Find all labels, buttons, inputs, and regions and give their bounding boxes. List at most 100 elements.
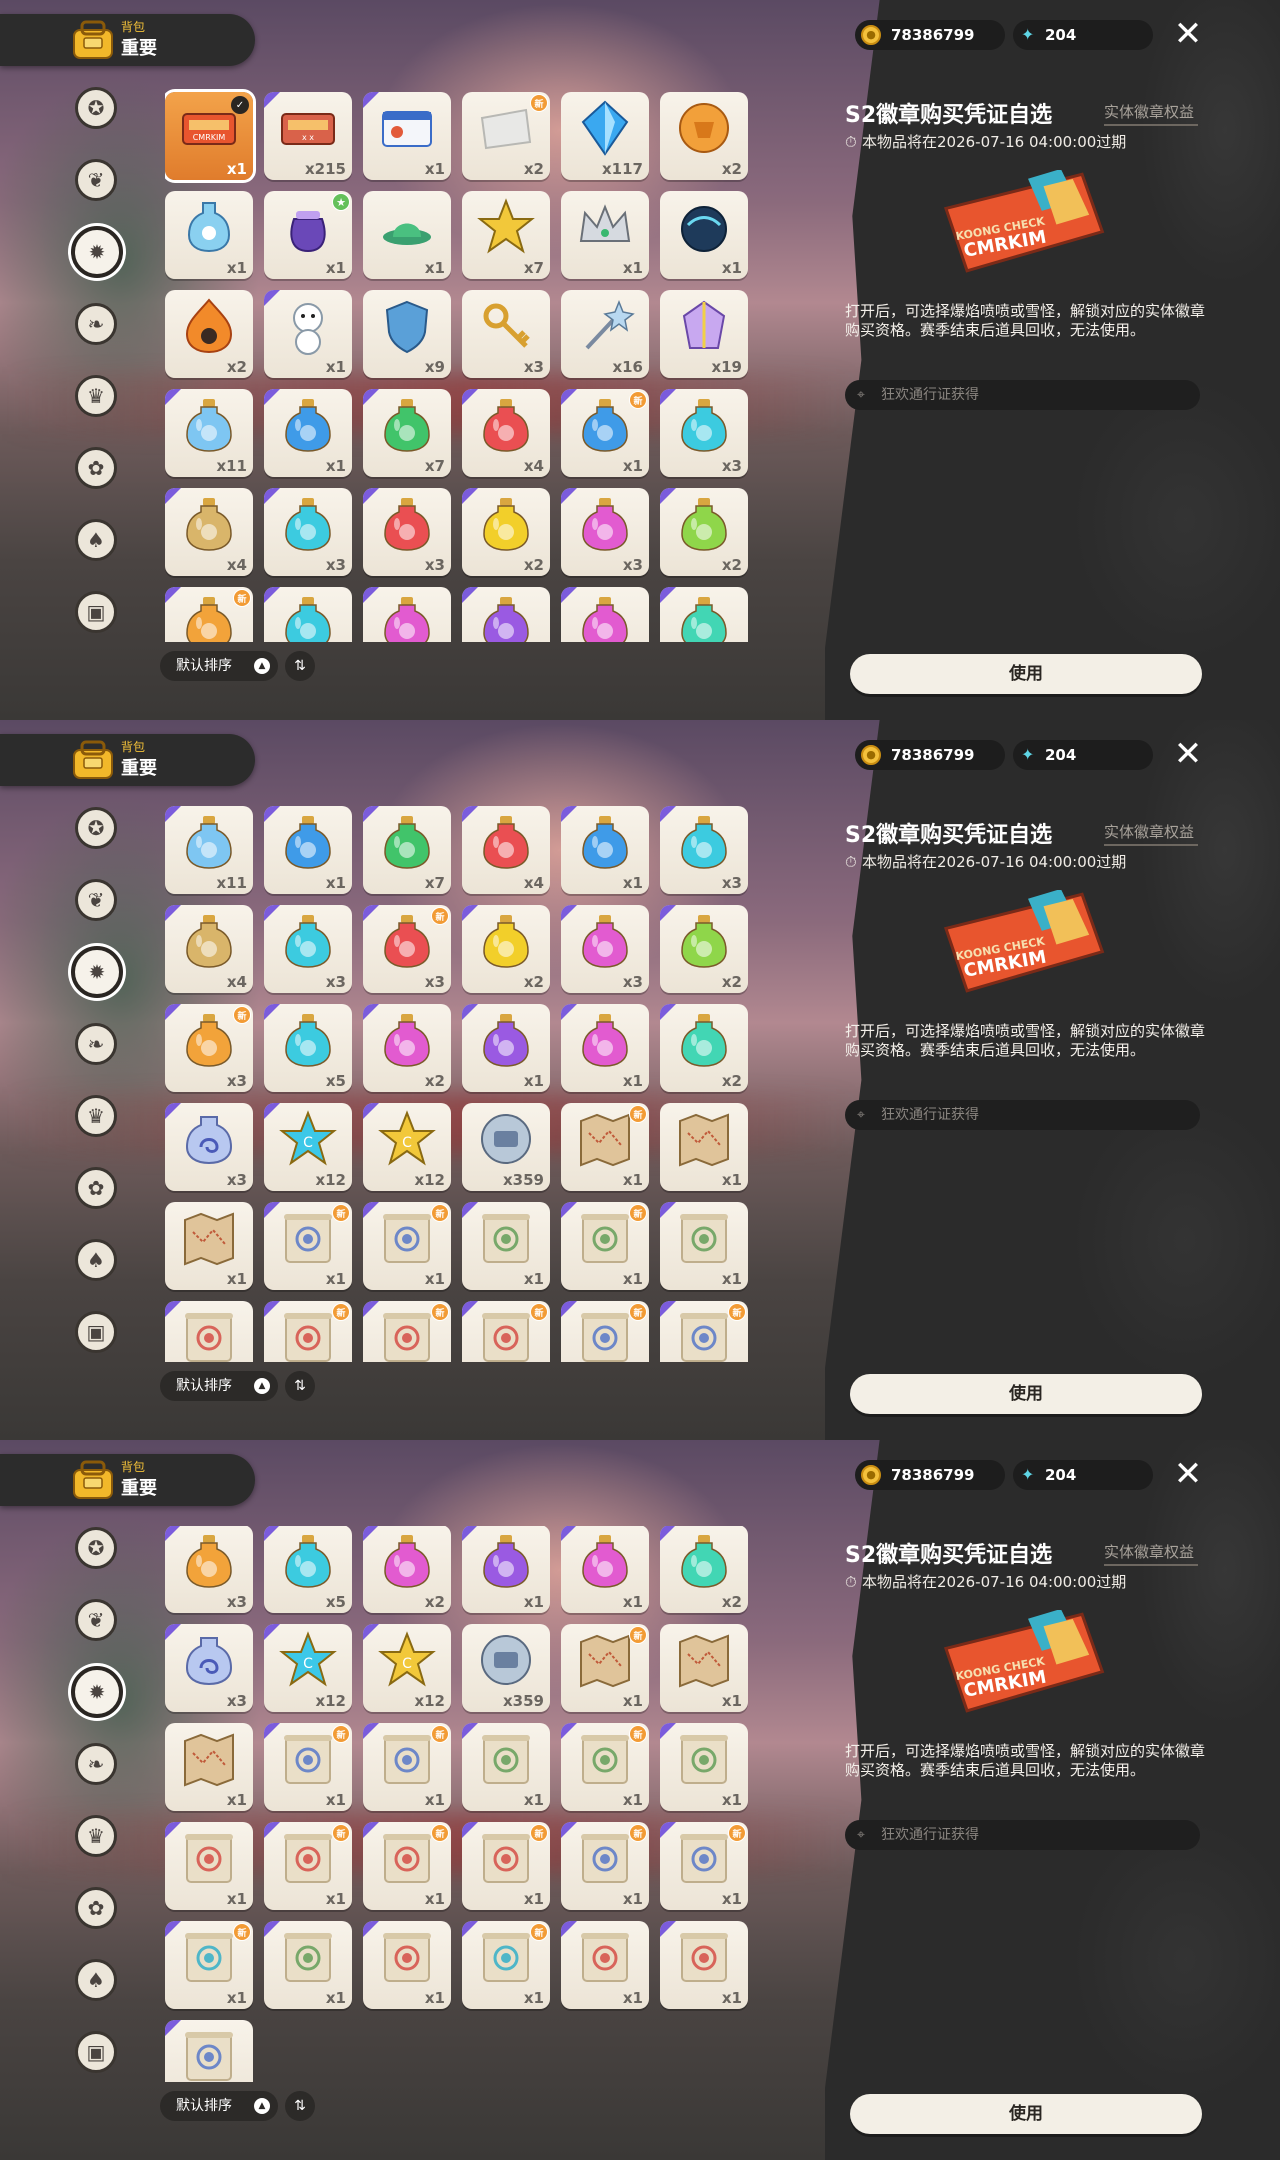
inventory-item[interactable]: 新 x3: [165, 1004, 253, 1092]
inventory-item[interactable]: x1: [165, 191, 253, 279]
inventory-item[interactable]: x2: [660, 905, 748, 993]
inventory-item[interactable]: x1: [462, 1202, 550, 1290]
inventory-item[interactable]: x7: [363, 806, 451, 894]
inventory-item[interactable]: x2: [165, 290, 253, 378]
nav-leaf-icon[interactable]: ❦: [75, 159, 117, 201]
nav-sparkle-badge-icon[interactable]: ✹: [71, 226, 123, 278]
inventory-item[interactable]: x3: [561, 905, 649, 993]
nav-acorn-icon[interactable]: ♠: [75, 519, 117, 561]
bag-tab[interactable]: 背包 重要: [0, 14, 255, 66]
inventory-item[interactable]: x7: [462, 191, 550, 279]
nav-crown-flag-icon[interactable]: ♛: [75, 1095, 117, 1137]
nav-crown-flag-icon[interactable]: ♛: [75, 375, 117, 417]
inventory-item[interactable]: 新 x1: [660, 1822, 748, 1910]
inventory-item[interactable]: x11: [165, 806, 253, 894]
inventory-item[interactable]: x1: [462, 1723, 550, 1811]
inventory-item[interactable]: x1: [264, 1921, 352, 2009]
inventory-item[interactable]: x1: [561, 806, 649, 894]
use-button[interactable]: 使用: [850, 2094, 1202, 2134]
nav-acorn-icon[interactable]: ♠: [75, 1239, 117, 1281]
nav-star-badge-icon[interactable]: ✪: [75, 1527, 117, 1569]
inventory-item[interactable]: 新: [462, 1301, 550, 1362]
inventory-item[interactable]: C x12: [264, 1624, 352, 1712]
inventory-item[interactable]: x1: [264, 290, 352, 378]
inventory-item[interactable]: 新 x3: [363, 905, 451, 993]
inventory-item[interactable]: x117: [561, 92, 649, 180]
inventory-item[interactable]: 新 x1: [363, 1822, 451, 1910]
inventory-item[interactable]: x3: [165, 1526, 253, 1613]
inventory-item[interactable]: x1: [264, 806, 352, 894]
inventory-item[interactable]: [264, 587, 352, 642]
nav-crown-flag-icon[interactable]: ♛: [75, 1815, 117, 1857]
inventory-item[interactable]: x2: [660, 1526, 748, 1613]
inventory-item[interactable]: 新 x1: [561, 1103, 649, 1191]
inventory-item[interactable]: x2: [660, 1004, 748, 1092]
inventory-item[interactable]: x3: [165, 1103, 253, 1191]
inventory-item[interactable]: C x12: [363, 1624, 451, 1712]
inventory-item[interactable]: x3: [363, 488, 451, 576]
inventory-item[interactable]: x1: [165, 1822, 253, 1910]
inventory-item[interactable]: x1: [462, 1004, 550, 1092]
inventory-item[interactable]: x2: [462, 905, 550, 993]
sort-dropdown[interactable]: 默认排序 ▲: [160, 1371, 278, 1401]
inventory-item[interactable]: x3: [264, 905, 352, 993]
inventory-item[interactable]: x3: [462, 290, 550, 378]
inventory-item[interactable]: x19: [660, 290, 748, 378]
nav-sparkle-badge-icon[interactable]: ✹: [71, 1666, 123, 1718]
inventory-item[interactable]: 新 x1: [462, 1822, 550, 1910]
inventory-item[interactable]: x4: [462, 389, 550, 477]
inventory-item[interactable]: x1: [660, 1202, 748, 1290]
inventory-item[interactable]: x16: [561, 290, 649, 378]
inventory-item[interactable]: x4: [462, 806, 550, 894]
inventory-item[interactable]: x1: [660, 1723, 748, 1811]
inventory-item[interactable]: 新 x1: [561, 1202, 649, 1290]
inventory-item[interactable]: 新 x1: [561, 389, 649, 477]
nav-star-badge-icon[interactable]: ✪: [75, 87, 117, 129]
inventory-item[interactable]: C x12: [264, 1103, 352, 1191]
nav-couch-icon[interactable]: ▣: [75, 1311, 117, 1353]
inventory-item[interactable]: x359: [462, 1103, 550, 1191]
nav-star-badge-icon[interactable]: ✪: [75, 807, 117, 849]
inventory-item[interactable]: 新: [660, 1301, 748, 1362]
inventory-item[interactable]: 新 x1: [462, 1921, 550, 2009]
inventory-item[interactable]: x2: [462, 488, 550, 576]
nav-paw-badge-icon[interactable]: ✿: [75, 1887, 117, 1929]
inventory-item[interactable]: 新: [561, 1301, 649, 1362]
inventory-item[interactable]: x x x215: [264, 92, 352, 180]
close-button[interactable]: ✕: [1168, 734, 1208, 774]
nav-paw-badge-icon[interactable]: ✿: [75, 1167, 117, 1209]
inventory-item[interactable]: 新 x1: [561, 1624, 649, 1712]
inventory-item[interactable]: [561, 587, 649, 642]
nav-leaf-pair-icon[interactable]: ❧: [75, 1743, 117, 1785]
inventory-item[interactable]: x7: [363, 389, 451, 477]
inventory-item[interactable]: 新 x2: [462, 92, 550, 180]
inventory-item[interactable]: x3: [660, 806, 748, 894]
inventory-item[interactable]: 新: [363, 1301, 451, 1362]
inventory-item[interactable]: x3: [165, 1624, 253, 1712]
use-button[interactable]: 使用: [850, 654, 1202, 694]
sort-dropdown[interactable]: 默认排序 ▲: [160, 2091, 278, 2121]
inventory-item[interactable]: x2: [363, 1526, 451, 1613]
nav-couch-icon[interactable]: ▣: [75, 591, 117, 633]
inventory-item[interactable]: x4: [165, 905, 253, 993]
inventory-item[interactable]: x1: [561, 1526, 649, 1613]
inventory-item[interactable]: CMRKIM ✓ x1: [165, 92, 253, 180]
inventory-item[interactable]: x1: [165, 2020, 253, 2082]
inventory-item[interactable]: x3: [561, 488, 649, 576]
bag-tab[interactable]: 背包 重要: [0, 1454, 255, 1506]
nav-couch-icon[interactable]: ▣: [75, 2031, 117, 2073]
inventory-item[interactable]: x3: [660, 389, 748, 477]
inventory-item[interactable]: x2: [363, 1004, 451, 1092]
inventory-item[interactable]: 新: [165, 587, 253, 642]
inventory-item[interactable]: x1: [363, 92, 451, 180]
inventory-item[interactable]: x1: [561, 1004, 649, 1092]
nav-sparkle-badge-icon[interactable]: ✹: [71, 946, 123, 998]
nav-leaf-pair-icon[interactable]: ❧: [75, 1023, 117, 1065]
inventory-item[interactable]: x1: [363, 1921, 451, 2009]
inventory-item[interactable]: 新 x1: [264, 1723, 352, 1811]
inventory-item[interactable]: x359: [462, 1624, 550, 1712]
inventory-item[interactable]: 新 x1: [363, 1723, 451, 1811]
inventory-item[interactable]: x1: [165, 1723, 253, 1811]
inventory-item[interactable]: 新 x1: [264, 1202, 352, 1290]
sort-dropdown[interactable]: 默认排序 ▲: [160, 651, 278, 681]
